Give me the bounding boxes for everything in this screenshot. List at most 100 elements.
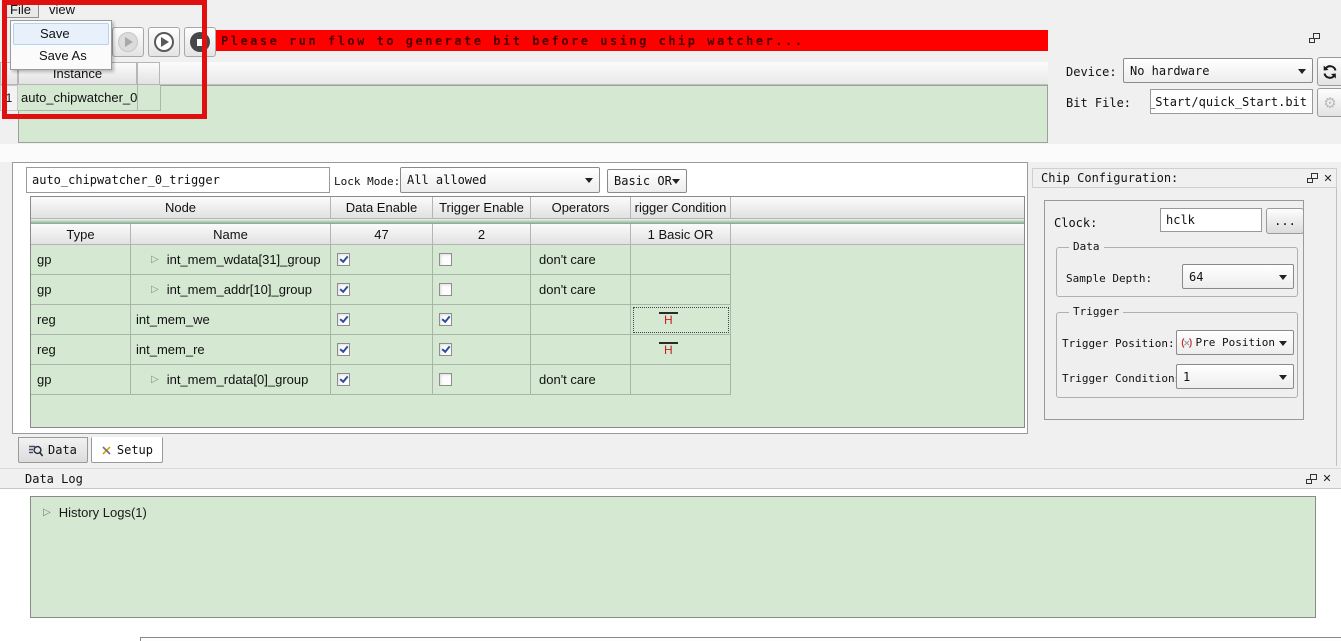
instance-row-number: 1 — [0, 85, 18, 111]
run-button[interactable] — [148, 27, 180, 57]
cell-name[interactable]: ▷int_mem_wdata[31]_group — [131, 245, 331, 275]
cell-condition[interactable]: H — [631, 305, 731, 335]
trigger-position-icon — [1180, 337, 1194, 349]
refresh-icon — [1322, 64, 1338, 80]
cell-trigger-enable[interactable] — [433, 335, 531, 365]
table-row: reg int_mem_we H — [31, 305, 731, 335]
data-enable-checkbox[interactable] — [337, 253, 350, 266]
expand-icon[interactable]: ▷ — [43, 507, 51, 518]
cell-name[interactable]: ▷int_mem_addr[10]_group — [131, 275, 331, 305]
cell-operator[interactable]: don't care — [531, 245, 631, 275]
instance-row-extra-cell[interactable] — [138, 85, 161, 111]
cell-trigger-enable[interactable] — [433, 305, 531, 335]
trigger-mode-select[interactable]: Basic OR — [607, 169, 687, 193]
float-panel-button[interactable] — [1306, 30, 1322, 45]
cell-operator[interactable]: don't care — [531, 365, 631, 395]
trigger-table: Node Data Enable Trigger Enable Operator… — [30, 196, 1025, 428]
col-trigger-enable[interactable]: Trigger Enable — [433, 197, 531, 219]
col-trigger-condition[interactable]: rigger Condition — [631, 197, 731, 219]
trigger-conditions-value: 1 — [1183, 370, 1190, 384]
float-panel-button[interactable] — [1303, 471, 1319, 486]
lock-mode-select[interactable]: All allowed — [400, 167, 600, 193]
node-name: int_mem_we — [136, 312, 210, 327]
cell-data-enable[interactable] — [331, 305, 433, 335]
expand-icon[interactable]: ▷ — [151, 284, 159, 295]
cell-condition[interactable]: H — [631, 335, 731, 365]
trigger-table-header-row1: Node Data Enable Trigger Enable Operator… — [31, 197, 1024, 219]
cell-data-enable[interactable] — [331, 245, 433, 275]
data-enable-checkbox[interactable] — [337, 283, 350, 296]
cell-trigger-enable[interactable] — [433, 245, 531, 275]
cell-operator[interactable]: don't care — [531, 275, 631, 305]
instance-table-body — [18, 85, 1048, 143]
cell-name[interactable]: int_mem_we — [131, 305, 331, 335]
data-log-area: ▷ History Logs(1) — [30, 496, 1316, 618]
cell-condition[interactable] — [631, 275, 731, 305]
trigger-enable-checkbox[interactable] — [439, 313, 452, 326]
tab-setup-label: Setup — [117, 443, 153, 457]
cell-data-enable[interactable] — [331, 335, 433, 365]
tab-setup[interactable]: Setup — [91, 437, 163, 463]
close-panel-button[interactable]: ✕ — [1320, 171, 1336, 186]
cell-condition[interactable] — [631, 365, 731, 395]
trigger-name-field[interactable]: auto_chipwatcher_0_trigger — [26, 167, 330, 193]
setup-tab-icon — [101, 444, 112, 457]
menu-file[interactable]: File — [2, 1, 39, 18]
cell-data-enable[interactable] — [331, 365, 433, 395]
expand-icon[interactable]: ▷ — [151, 254, 159, 265]
cell-name[interactable]: ▷int_mem_rdata[0]_group — [131, 365, 331, 395]
history-logs-item[interactable]: ▷ History Logs(1) — [43, 505, 1315, 520]
data-log-titlebar: Data Log ✕ — [0, 468, 1341, 489]
expand-icon[interactable]: ▷ — [151, 374, 159, 385]
chevron-down-icon — [1298, 69, 1306, 74]
cell-type: gp — [31, 365, 131, 395]
menu-item-save-as[interactable]: Save As — [13, 45, 109, 67]
trigger-enable-checkbox[interactable] — [439, 283, 452, 296]
subcol-type[interactable]: Type — [31, 224, 131, 245]
menu-view[interactable]: view — [41, 1, 83, 18]
trigger-conditions-select[interactable]: 1 — [1176, 364, 1294, 389]
data-enable-checkbox[interactable] — [337, 343, 350, 356]
trigger-position-select[interactable]: Pre Position — [1176, 330, 1294, 355]
col-data-enable[interactable]: Data Enable — [331, 197, 433, 219]
trigger-enable-checkbox[interactable] — [439, 253, 452, 266]
close-panel-button[interactable]: ✕ — [1319, 471, 1335, 486]
data-enable-checkbox[interactable] — [337, 313, 350, 326]
col-node[interactable]: Node — [31, 197, 331, 219]
chevron-down-icon — [585, 178, 593, 183]
tab-data[interactable]: Data — [18, 437, 88, 463]
trigger-enable-checkbox[interactable] — [439, 343, 452, 356]
subcol-name[interactable]: Name — [131, 224, 331, 245]
menu-item-save[interactable]: Save — [13, 23, 109, 45]
cell-condition[interactable] — [631, 245, 731, 275]
stop-icon — [190, 32, 210, 52]
clock-field[interactable]: hclk — [1160, 208, 1262, 232]
cell-data-enable[interactable] — [331, 275, 433, 305]
cell-name[interactable]: int_mem_re — [131, 335, 331, 365]
trigger-enable-checkbox[interactable] — [439, 373, 452, 386]
sample-depth-select[interactable]: 64 — [1182, 264, 1294, 289]
refresh-devices-button[interactable] — [1317, 57, 1341, 86]
data-enable-checkbox[interactable] — [337, 373, 350, 386]
run-disabled-button[interactable] — [112, 27, 144, 57]
chevron-down-icon — [1279, 275, 1287, 280]
instance-row[interactable]: auto_chipwatcher_0 — [18, 85, 138, 111]
trigger-position-value: Pre Position — [1196, 336, 1275, 349]
clock-browse-button[interactable]: ... — [1266, 208, 1304, 234]
stop-button[interactable] — [184, 27, 216, 57]
file-menu-popup: Save Save As — [10, 20, 112, 70]
cell-trigger-enable[interactable] — [433, 365, 531, 395]
cell-trigger-enable[interactable] — [433, 275, 531, 305]
device-select[interactable]: No hardware — [1123, 58, 1313, 83]
program-bitfile-button[interactable]: ⚙ — [1317, 88, 1341, 117]
table-row: gp ▷int_mem_wdata[31]_group don't care — [31, 245, 731, 275]
cell-operator[interactable] — [531, 335, 631, 365]
float-panel-button[interactable] — [1304, 171, 1320, 186]
instance-header-filler — [160, 62, 1048, 85]
high-level-signal: H — [659, 342, 678, 357]
bitfile-field[interactable]: 'GA/quick_Start/quick_Start.bit — [1150, 89, 1313, 114]
col-operators[interactable]: Operators — [531, 197, 631, 219]
warning-banner: Please run flow to generate bit before u… — [216, 30, 1048, 51]
subcol-filler — [731, 224, 1024, 245]
cell-operator[interactable] — [531, 305, 631, 335]
